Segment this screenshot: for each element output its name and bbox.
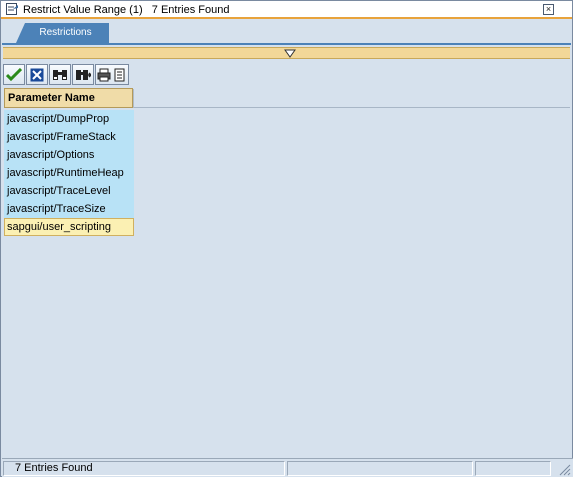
dialog-window: Restrict Value Range (1) 7 Entries Found…: [0, 0, 573, 477]
table-row[interactable]: javascript/TraceLevel: [4, 182, 134, 200]
title-bar[interactable]: Restrict Value Range (1) 7 Entries Found…: [1, 1, 572, 19]
printer-icon: [97, 68, 125, 81]
table-row[interactable]: javascript/RuntimeHeap: [4, 164, 134, 182]
status-field-3: [475, 461, 551, 476]
binoculars-icon: [53, 69, 67, 80]
confirm-button[interactable]: [3, 64, 25, 85]
toolbar: [3, 64, 129, 86]
find-button[interactable]: [49, 64, 71, 85]
binoculars-next-icon: [76, 69, 91, 80]
checkmark-icon: [6, 67, 22, 81]
tab-underline: [2, 43, 571, 45]
dialog-icon: [6, 3, 18, 15]
status-bar: 7 Entries Found: [2, 458, 573, 477]
column-header-parameter-name[interactable]: Parameter Name: [4, 88, 133, 108]
close-button[interactable]: ×: [543, 4, 554, 15]
tab-restrictions[interactable]: Restrictions: [16, 23, 109, 43]
status-message: 7 Entries Found: [3, 461, 285, 476]
print-button[interactable]: [95, 64, 129, 85]
table-row[interactable]: javascript/TraceSize: [4, 200, 134, 218]
table-row[interactable]: javascript/Options: [4, 146, 134, 164]
collapse-restrictions-bar[interactable]: [3, 47, 570, 59]
status-field-2: [287, 461, 473, 476]
cancel-icon: [30, 68, 44, 81]
triangle-down-icon: [284, 49, 296, 58]
table-row[interactable]: javascript/FrameStack: [4, 128, 134, 146]
cancel-button[interactable]: [26, 64, 48, 85]
header-empty-area: [133, 89, 570, 108]
table-rows: javascript/DumpProp javascript/FrameStac…: [4, 110, 134, 236]
table-header: Parameter Name: [4, 88, 570, 108]
window-title: Restrict Value Range (1) 7 Entries Found: [23, 4, 230, 16]
table-row-selected[interactable]: sapgui/user_scripting: [4, 218, 134, 236]
tab-strip: Restrictions: [2, 21, 571, 45]
resize-grip-icon[interactable]: [557, 462, 571, 476]
results-table: Parameter Name javascript/DumpProp javas…: [4, 88, 570, 456]
find-next-button[interactable]: [72, 64, 94, 85]
table-row[interactable]: javascript/DumpProp: [4, 110, 134, 128]
